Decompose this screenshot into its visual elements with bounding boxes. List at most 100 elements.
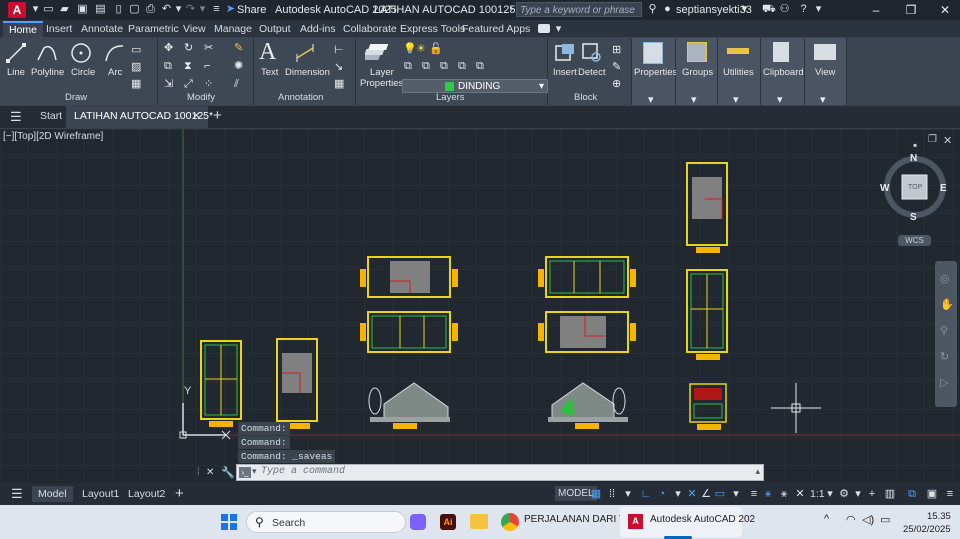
viewcube-west[interactable]: W bbox=[880, 183, 889, 194]
close-tab-icon[interactable]: ✕ bbox=[192, 110, 201, 122]
workspace-gear-icon[interactable]: ⚙ bbox=[838, 488, 850, 500]
open-folder-icon[interactable]: ▰ bbox=[58, 3, 71, 16]
annotation-scale-value[interactable]: 1:1 bbox=[810, 488, 825, 500]
tab-annotate[interactable]: Annotate bbox=[75, 21, 129, 37]
orbit-icon[interactable]: ↻ bbox=[940, 351, 949, 363]
restore-icon[interactable]: ❐ bbox=[901, 2, 921, 18]
view-panel[interactable]: View ▾ bbox=[805, 38, 847, 106]
search-input[interactable]: Type a keyword or phrase bbox=[516, 2, 642, 17]
detect-button[interactable]: Detect bbox=[578, 67, 605, 78]
showmotion-icon[interactable]: ▷ bbox=[940, 377, 948, 389]
open-web-icon[interactable]: ▯ bbox=[112, 3, 125, 16]
tab-insert[interactable]: Insert bbox=[40, 21, 78, 37]
layer-dropdown[interactable]: DINDING ▾ bbox=[402, 79, 548, 93]
illustrator-icon[interactable]: Ai bbox=[440, 514, 456, 530]
mirror-icon[interactable]: ⧗ bbox=[184, 60, 192, 72]
polar-chevron-icon[interactable]: ▾ bbox=[672, 488, 684, 500]
help-icon[interactable]: ? bbox=[797, 3, 810, 16]
user-icon[interactable]: ● bbox=[661, 3, 674, 16]
circle-icon[interactable] bbox=[70, 42, 92, 64]
file-explorer-icon[interactable] bbox=[470, 514, 488, 529]
tab-view[interactable]: View bbox=[177, 21, 212, 37]
layer-thaw-icon[interactable]: ☀ bbox=[416, 42, 426, 55]
rectangle-icon[interactable]: ▭ bbox=[131, 44, 141, 56]
zoom-icon[interactable]: ⚲ bbox=[940, 325, 948, 337]
block-panel-label[interactable]: Block bbox=[574, 92, 597, 103]
viewcube-east[interactable]: E bbox=[940, 183, 947, 194]
start-tab[interactable]: Start bbox=[40, 110, 62, 122]
circle-button[interactable]: Circle bbox=[71, 67, 95, 78]
tab-output[interactable]: Output bbox=[253, 21, 297, 37]
table-insert-icon[interactable]: ▦ bbox=[334, 78, 344, 90]
utilities-panel[interactable]: Utilities ▾ bbox=[718, 38, 761, 106]
file-tabs-menu-icon[interactable]: ☰ bbox=[10, 109, 22, 125]
copilot-icon[interactable] bbox=[410, 514, 426, 530]
block-tool-1-icon[interactable]: ⊞ bbox=[612, 44, 621, 56]
viewcube-top-face[interactable]: TOP bbox=[908, 184, 922, 191]
save-as-icon[interactable]: ▤ bbox=[94, 3, 107, 16]
layer-tool-1-icon[interactable]: ⧉ bbox=[404, 60, 412, 72]
clock-date[interactable]: 25/02/2025 bbox=[903, 524, 951, 535]
command-prompt-icon[interactable]: ›_ bbox=[239, 467, 251, 478]
add-layout-icon[interactable]: + bbox=[175, 485, 184, 502]
autocad-logo-icon[interactable]: A bbox=[8, 2, 26, 18]
window-restore-icon[interactable]: ❐ bbox=[928, 134, 937, 145]
user-chevron-icon[interactable]: ▾ bbox=[738, 3, 751, 16]
block-tool-2-icon[interactable]: ✎ bbox=[612, 61, 621, 73]
utilities-button[interactable]: Utilities bbox=[723, 67, 754, 78]
line-button[interactable]: Line bbox=[7, 67, 25, 78]
draw-panel-label[interactable]: Draw bbox=[65, 92, 87, 103]
arc-icon[interactable] bbox=[103, 42, 125, 64]
layout-menu-icon[interactable]: ☰ bbox=[11, 486, 23, 502]
tab-parametric[interactable]: Parametric bbox=[122, 21, 185, 37]
layer-properties-line1[interactable]: Layer bbox=[370, 67, 394, 78]
snap-chevron-icon[interactable]: ▾ bbox=[622, 488, 634, 500]
tab-layout1[interactable]: Layout1 bbox=[82, 488, 119, 500]
annotation-monitor-icon[interactable]: + bbox=[866, 488, 878, 500]
snap-icon[interactable]: ⁞⁞ bbox=[606, 488, 618, 500]
command-bar-grip-icon[interactable]: ⁞ bbox=[197, 467, 200, 478]
text-button[interactable]: Text bbox=[261, 67, 278, 78]
app-menu-chevron-icon[interactable]: ▾ bbox=[29, 3, 42, 16]
object-snap-icon[interactable]: ▭ bbox=[714, 488, 726, 500]
ribbon-toggle-chevron-icon[interactable]: ▾ bbox=[552, 23, 565, 36]
clock-time[interactable]: 15.35 bbox=[927, 511, 951, 522]
layer-properties-icon[interactable] bbox=[365, 42, 389, 64]
hatch-icon[interactable]: ▨ bbox=[131, 61, 141, 73]
view-chevron-icon[interactable]: ▾ bbox=[820, 94, 826, 106]
polyline-icon[interactable] bbox=[36, 42, 58, 64]
properties-panel[interactable]: Properties ▾ bbox=[632, 38, 677, 106]
view-button[interactable]: View bbox=[815, 67, 835, 78]
tab-manage[interactable]: Manage bbox=[208, 21, 258, 37]
save-web-icon[interactable]: ▢ bbox=[128, 3, 141, 16]
wifi-icon[interactable]: ◠ bbox=[846, 513, 856, 526]
cart-icon[interactable]: ⛟ bbox=[762, 3, 776, 16]
properties-button[interactable]: Properties bbox=[634, 67, 677, 78]
copy-icon[interactable]: ⧉ bbox=[164, 60, 172, 72]
polyline-button[interactable]: Polyline bbox=[31, 67, 64, 78]
clipboard-panel[interactable]: Clipboard ▾ bbox=[761, 38, 805, 106]
move-icon[interactable]: ✥ bbox=[164, 42, 173, 54]
groups-button[interactable]: Groups bbox=[682, 67, 713, 78]
clipboard-chevron-icon[interactable]: ▾ bbox=[777, 94, 783, 106]
insert-button[interactable]: Insert bbox=[553, 67, 577, 78]
window-minimize-icon[interactable]: ▪ bbox=[913, 138, 917, 152]
clean-screen-icon[interactable]: ▣ bbox=[926, 488, 938, 500]
workspace-chevron-icon[interactable]: ▾ bbox=[852, 488, 864, 500]
plot-icon[interactable]: ⎙ bbox=[144, 3, 157, 16]
units-icon[interactable]: ▥ bbox=[884, 488, 896, 500]
layer-tool-2-icon[interactable]: ⧉ bbox=[422, 60, 430, 72]
account-icon[interactable]: ⚇ bbox=[778, 3, 791, 16]
tab-model[interactable]: Model bbox=[32, 486, 73, 502]
block-tool-3-icon[interactable]: ⊕ bbox=[612, 78, 621, 90]
battery-icon[interactable]: ▭ bbox=[880, 513, 890, 526]
modify-panel-label[interactable]: Modify bbox=[187, 92, 215, 103]
redo-dropdown-icon[interactable]: ▾ bbox=[196, 3, 209, 16]
chrome-icon[interactable] bbox=[501, 513, 519, 531]
customization-icon[interactable]: ≡ bbox=[944, 488, 956, 500]
command-line[interactable]: ›_ ▾ Type a command ▴ bbox=[236, 464, 764, 481]
osnap-chevron-icon[interactable]: ▾ bbox=[730, 488, 742, 500]
grid-icon[interactable]: ▦ bbox=[590, 488, 602, 500]
help-chevron-icon[interactable]: ▾ bbox=[812, 3, 825, 16]
tab-featured-apps[interactable]: Featured Apps bbox=[456, 21, 536, 37]
